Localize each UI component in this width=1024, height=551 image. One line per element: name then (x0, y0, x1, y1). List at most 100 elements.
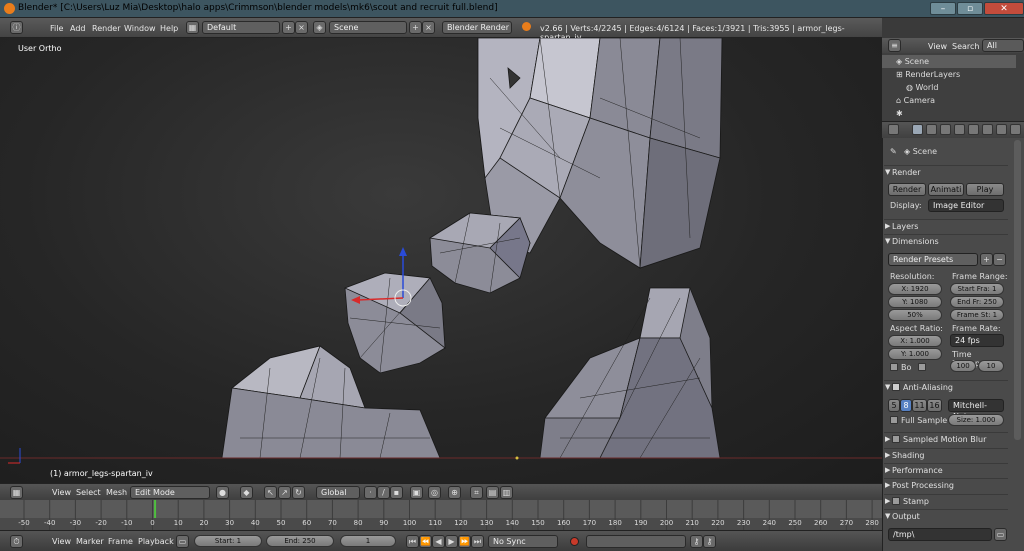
close-button[interactable]: ✕ (984, 2, 1024, 15)
menu-playback[interactable]: Playback (138, 537, 174, 546)
outliner-display-select[interactable]: All Scenes (982, 39, 1024, 61)
layout-select[interactable]: Default (202, 21, 280, 34)
vertex-select-icon[interactable]: · (364, 486, 377, 499)
render-presets-select[interactable]: Render Presets (888, 253, 978, 266)
outliner-row-lamp[interactable]: ✱ (882, 107, 1016, 120)
snap-element-icon[interactable]: ⌗ (470, 486, 483, 499)
prop-tab-constraints-icon[interactable] (982, 124, 993, 135)
aa-samples-16-button[interactable]: 16 (927, 399, 942, 412)
jump-end-icon[interactable]: ⏭ (471, 535, 484, 548)
play-reverse-icon[interactable]: ◀ (432, 535, 445, 548)
maximize-button[interactable]: ▫ (957, 2, 983, 15)
output-path-field[interactable]: /tmp\ (888, 528, 992, 541)
sync-select[interactable]: No Sync (488, 535, 558, 548)
checkbox-icon[interactable] (890, 416, 898, 424)
menu-view[interactable]: View (52, 537, 71, 546)
aa-samples-5-button[interactable]: 5 (888, 399, 900, 412)
motion-blur-checkbox[interactable] (892, 435, 900, 443)
menu-frame[interactable]: Frame (108, 537, 133, 546)
menu-add[interactable]: Add (70, 24, 86, 33)
resolution-percent-field[interactable]: 50% (888, 309, 942, 321)
section-render[interactable]: ▼ Render (884, 165, 1008, 178)
scene-icon[interactable]: ◈ (313, 21, 326, 34)
editor-type-icon[interactable]: ▦ (10, 486, 23, 499)
edge-select-icon[interactable]: / (377, 486, 390, 499)
end-frame-field[interactable]: End: 250 (266, 535, 334, 547)
prop-tab-layers-icon[interactable] (926, 124, 937, 135)
outliner-row-renderlayers[interactable]: ⊞ RenderLayers (882, 68, 1016, 81)
anti-aliasing-checkbox[interactable] (892, 383, 900, 391)
display-select[interactable]: Image Editor (928, 199, 1004, 212)
checkbox-icon[interactable] (918, 363, 926, 371)
scene-select[interactable]: Scene (329, 21, 407, 34)
play-icon[interactable]: ▶ (445, 535, 458, 548)
current-frame-field[interactable]: 1 (340, 535, 396, 547)
remove-scene-icon[interactable]: × (422, 21, 435, 34)
prop-tab-object-icon[interactable] (968, 124, 979, 135)
section-stamp[interactable]: ▶ Stamp (884, 494, 1008, 507)
menu-window[interactable]: Window (124, 24, 156, 33)
pin-icon[interactable]: ✎ (890, 147, 897, 156)
remap-old-field[interactable]: 100 (950, 360, 976, 372)
resolution-x-field[interactable]: X: 1920 (888, 283, 942, 295)
aa-samples-8-button[interactable]: 8 (900, 399, 912, 412)
start-frame-field[interactable]: Start: 1 (194, 535, 262, 547)
prop-tab-data-icon[interactable] (1010, 124, 1021, 135)
menu-marker[interactable]: Marker (76, 537, 104, 546)
frame-step-field[interactable]: Frame St: 1 (950, 309, 1004, 321)
section-dimensions[interactable]: ▼ Dimensions (884, 234, 1008, 247)
properties-scrollbar[interactable] (1014, 140, 1021, 440)
render-button[interactable]: Render (888, 183, 926, 196)
section-layers[interactable]: ▶ Layers (884, 219, 1008, 232)
editor-type-icon[interactable]: ⏱ (10, 535, 23, 548)
resolution-y-field[interactable]: Y: 1080 (888, 296, 942, 308)
keying-set-field[interactable] (586, 535, 686, 548)
fps-select[interactable]: 24 fps (950, 334, 1004, 347)
section-motion-blur[interactable]: ▶ Sampled Motion Blur (884, 432, 1008, 445)
checkbox-icon[interactable] (890, 363, 898, 371)
jump-prev-key-icon[interactable]: ⏪ (419, 535, 432, 548)
ruler-band[interactable] (0, 500, 882, 518)
insert-key-icon[interactable]: ⚷ (690, 535, 703, 548)
folder-icon[interactable]: ▭ (994, 528, 1007, 541)
aa-samples-11-button[interactable]: 11 (912, 399, 927, 412)
translate-icon[interactable]: ↗ (278, 486, 291, 499)
editor-type-icon[interactable]: ⓘ (10, 21, 23, 34)
preview-range-icon[interactable]: ▭ (176, 535, 189, 548)
proportional-edit-icon[interactable]: ◎ (428, 486, 441, 499)
shading-solid-icon[interactable]: ● (216, 486, 229, 499)
outliner-row-camera[interactable]: ⌂ Camera (882, 94, 1016, 107)
aa-filter-select[interactable]: Mitchell-Netr (948, 399, 1004, 421)
jump-start-icon[interactable]: ⏮ (406, 535, 419, 548)
section-anti-aliasing[interactable]: ▼ Anti-Aliasing (884, 380, 1008, 393)
outliner-menu-view[interactable]: View (928, 42, 947, 51)
section-post-processing[interactable]: ▶ Post Processing (884, 478, 1008, 491)
add-preset-icon[interactable]: + (980, 253, 993, 266)
add-layout-icon[interactable]: + (282, 21, 295, 34)
outliner-row-world[interactable]: ◍ World (882, 81, 1016, 94)
start-frame-field[interactable]: Start Fra: 1 (950, 283, 1004, 295)
play-button[interactable]: Play (966, 183, 1004, 196)
prop-tab-world-icon[interactable] (954, 124, 965, 135)
menu-file[interactable]: File (50, 24, 63, 33)
snap-icon[interactable]: ⊕ (448, 486, 461, 499)
end-frame-field[interactable]: End Fr: 250 (950, 296, 1004, 308)
aspect-x-field[interactable]: X: 1.000 (888, 335, 942, 347)
prop-tab-editor-icon[interactable] (888, 124, 899, 135)
remove-layout-icon[interactable]: × (295, 21, 308, 34)
prop-tab-modifiers-icon[interactable] (996, 124, 1007, 135)
z-axis-arrow-icon[interactable] (399, 247, 407, 256)
section-output[interactable]: ▼ Output (884, 509, 1008, 522)
delete-key-icon[interactable]: ⚷ (703, 535, 716, 548)
render-engine-select[interactable]: Blender Render (442, 21, 512, 34)
section-performance[interactable]: ▶ Performance (884, 463, 1008, 476)
outliner[interactable]: ◈ Scene ⊞ RenderLayers ◍ World ⌂ Camera … (882, 53, 1024, 121)
section-shading[interactable]: ▶ Shading (884, 448, 1008, 461)
outliner-editor-icon[interactable]: ≡ (888, 39, 901, 52)
add-scene-icon[interactable]: + (409, 21, 422, 34)
minimize-button[interactable]: – (930, 2, 956, 15)
aspect-y-field[interactable]: Y: 1.000 (888, 348, 942, 360)
orientation-select[interactable]: Global (316, 486, 360, 499)
menu-help[interactable]: Help (160, 24, 178, 33)
limit-selection-icon[interactable]: ▣ (410, 486, 423, 499)
